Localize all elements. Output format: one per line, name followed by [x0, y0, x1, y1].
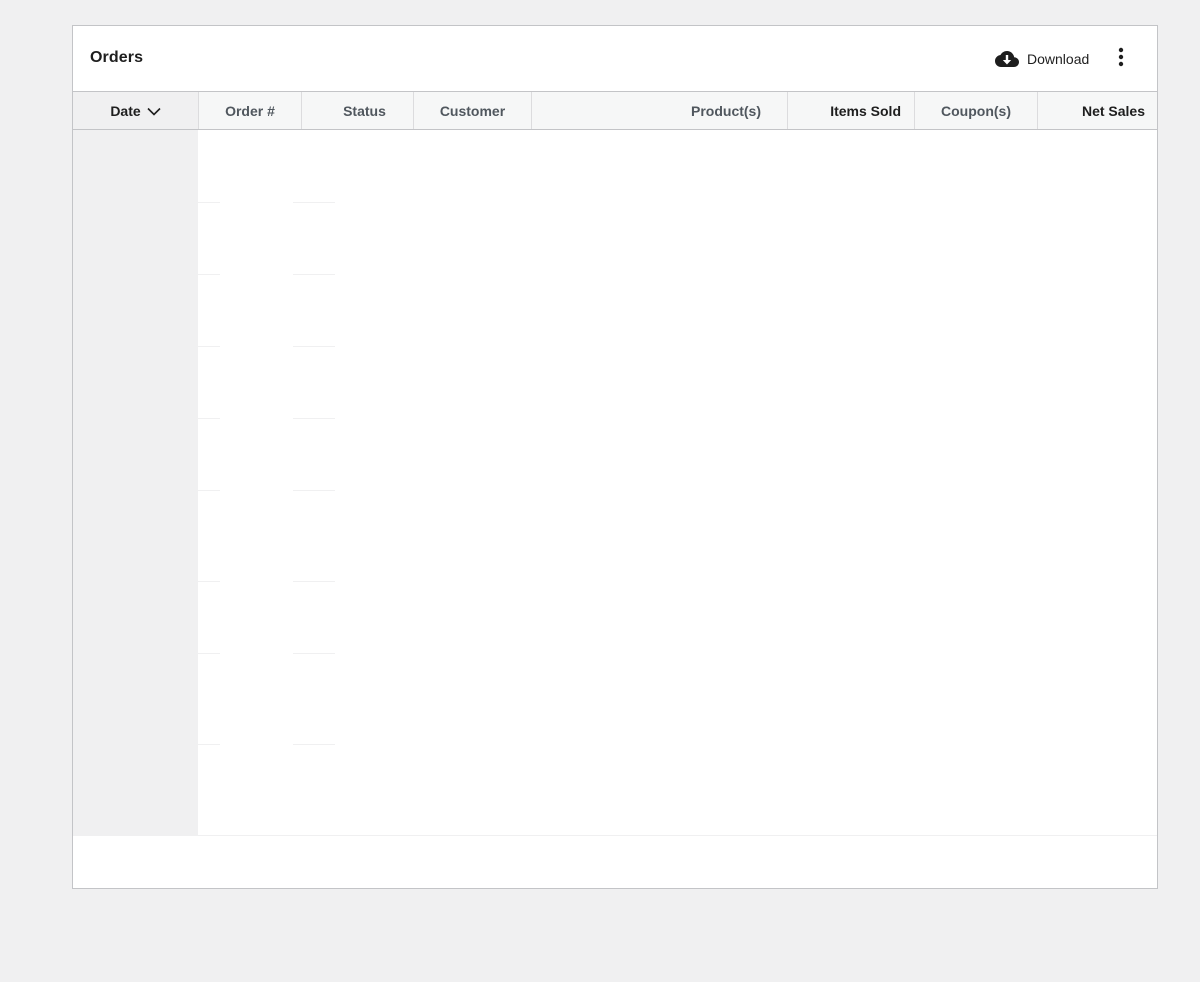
row-divider: [293, 346, 335, 347]
table-body: [73, 130, 1157, 836]
date-column-shade: [73, 130, 198, 835]
row-divider: [293, 653, 335, 654]
vertical-ellipsis-icon: [1118, 47, 1124, 72]
download-button[interactable]: Download: [995, 46, 1089, 72]
column-header-items-sold[interactable]: Items Sold: [788, 92, 915, 129]
column-label-date: Date: [110, 102, 141, 119]
download-label: Download: [1027, 51, 1090, 67]
column-label-customer: Customer: [439, 102, 506, 119]
column-label-order-number: Order #: [225, 102, 275, 119]
card-title: Orders: [90, 49, 144, 66]
column-label-items-sold: Items Sold: [830, 102, 901, 119]
table-header-row: Date Order # Status Customer Product(s) …: [73, 92, 1157, 130]
column-header-order-number[interactable]: Order #: [199, 92, 302, 129]
column-label-status: Status: [343, 102, 386, 119]
orders-card: Orders Download Date Order # Status Cust…: [72, 25, 1158, 889]
row-divider: [198, 581, 220, 582]
column-header-net-sales[interactable]: Net Sales: [1038, 92, 1157, 129]
row-divider: [198, 418, 220, 419]
row-divider: [293, 744, 335, 745]
row-divider: [198, 202, 220, 203]
column-label-net-sales: Net Sales: [1081, 102, 1145, 119]
row-divider: [198, 653, 220, 654]
row-divider: [293, 274, 335, 275]
row-divider: [198, 744, 220, 745]
row-divider: [293, 490, 335, 491]
column-header-products[interactable]: Product(s): [532, 92, 788, 129]
row-divider: [198, 274, 220, 275]
cloud-download-icon: [995, 49, 1019, 69]
row-divider: [198, 490, 220, 491]
more-options-button[interactable]: [1109, 46, 1133, 72]
chevron-down-icon: [147, 103, 161, 119]
card-footer: [73, 836, 1157, 888]
row-divider: [198, 346, 220, 347]
column-header-coupons[interactable]: Coupon(s): [915, 92, 1038, 129]
column-label-products: Product(s): [691, 102, 761, 119]
column-header-date[interactable]: Date: [73, 92, 199, 129]
column-header-status[interactable]: Status: [302, 92, 414, 129]
row-divider: [293, 202, 335, 203]
row-divider: [293, 581, 335, 582]
card-header: Orders Download: [73, 26, 1157, 92]
column-label-coupons: Coupon(s): [941, 102, 1011, 119]
row-divider: [293, 418, 335, 419]
column-header-customer[interactable]: Customer: [414, 92, 532, 129]
